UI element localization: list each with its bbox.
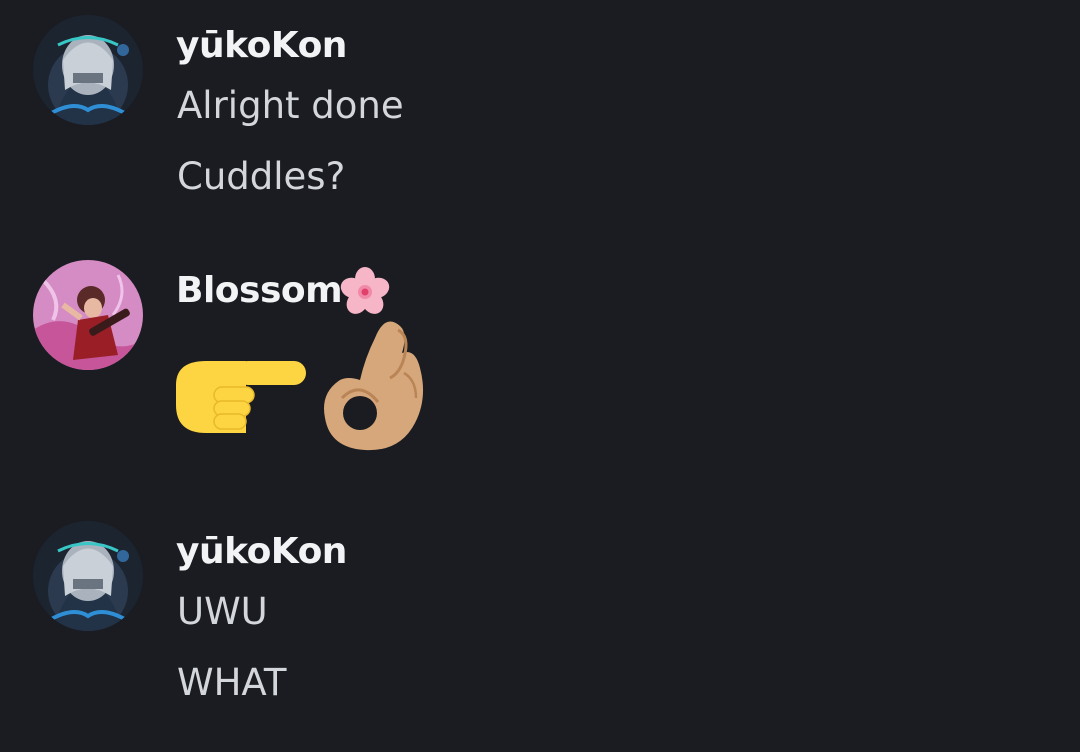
message-author[interactable]: yūkoKon [176,24,347,68]
message-text: Alright done [177,84,404,127]
message-text: WHAT [177,661,287,704]
user-avatar[interactable] [33,15,143,125]
ok-hand-icon [324,321,424,451]
user-avatar[interactable] [33,521,143,631]
backhand-index-pointing-right-icon [176,361,306,433]
message-text: UWU [177,590,268,633]
message-author[interactable]: yūkoKon [176,530,347,574]
user-avatar[interactable] [33,260,143,370]
cherry-blossom-icon [340,267,390,314]
message-text: Cuddles? [177,155,346,198]
message-author[interactable]: Blossom [176,269,343,313]
